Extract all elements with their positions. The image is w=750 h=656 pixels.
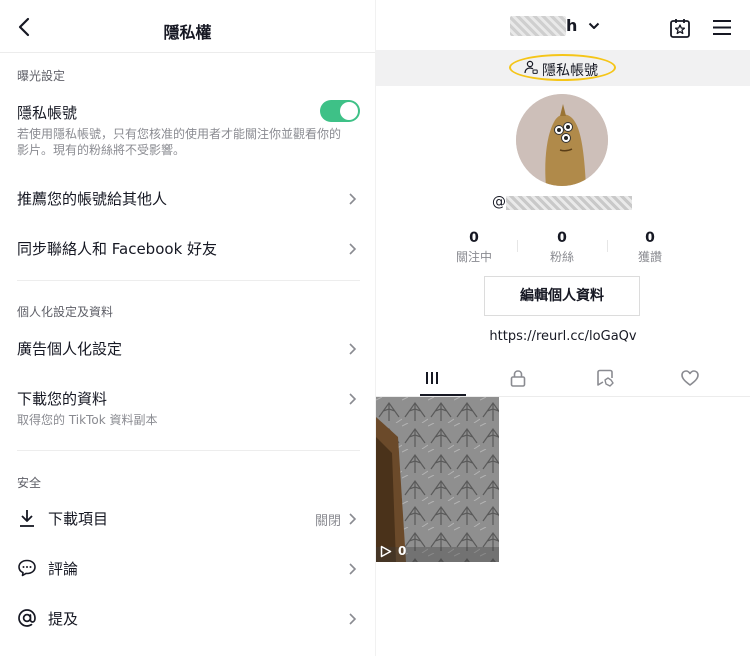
stat-likes[interactable]: 0 獲讚 bbox=[610, 230, 690, 265]
downloads-label: 下載項目 bbox=[48, 510, 109, 528]
toggle-knob bbox=[340, 102, 358, 120]
profile-top-bar: h bbox=[376, 0, 750, 50]
chevron-right-icon bbox=[349, 513, 357, 525]
section-header-exposure: 曝光設定 bbox=[17, 69, 66, 83]
stat-followers-label: 粉絲 bbox=[549, 250, 574, 264]
tab-favorites[interactable] bbox=[559, 360, 652, 396]
download-icon bbox=[20, 510, 34, 527]
download-data-row[interactable]: 下載您的資料 取得您的 TikTok 資料副本 bbox=[0, 380, 375, 432]
calendar-star-icon[interactable] bbox=[669, 17, 691, 39]
tab-liked[interactable] bbox=[644, 360, 737, 396]
download-data-sub: 取得您的 TikTok 資料副本 bbox=[17, 413, 158, 427]
suggest-account-row[interactable]: 推薦您的帳號給其他人 bbox=[0, 180, 375, 216]
handle-at-sign: @ bbox=[492, 194, 506, 210]
video-thumbnail[interactable]: 0 bbox=[376, 397, 499, 562]
bookmark-hand-icon bbox=[597, 369, 614, 387]
person-lock-icon bbox=[524, 60, 538, 74]
ad-personalization-row[interactable]: 廣告個人化設定 bbox=[0, 330, 375, 366]
tab-videos[interactable] bbox=[386, 360, 479, 396]
bio-link[interactable]: https://reurl.cc/loGaQv bbox=[376, 329, 750, 344]
private-account-description-line1: 若使用隱私帳號，只有您核准的使用者才能關注你並觀看你的 bbox=[17, 127, 342, 141]
chevron-right-icon bbox=[349, 193, 357, 205]
section-header-personalization: 個人化設定及資料 bbox=[17, 305, 114, 319]
comments-row[interactable]: 評論 bbox=[0, 550, 375, 586]
comment-bubble-icon bbox=[18, 559, 36, 577]
ad-personalization-label: 廣告個人化設定 bbox=[17, 340, 123, 358]
heart-icon bbox=[681, 370, 699, 386]
handle-row: @ bbox=[376, 194, 750, 214]
chevron-right-icon bbox=[349, 343, 357, 355]
private-account-banner: 隱私帳號 bbox=[376, 50, 750, 86]
private-account-toggle[interactable] bbox=[320, 100, 360, 122]
profile-panel: h 隱私帳號 @ 0 關注中 0 粉絲 0 獲讚 編輯個人資料 https://… bbox=[376, 0, 750, 656]
chevron-down-icon[interactable] bbox=[588, 22, 600, 30]
section-header-safety: 安全 bbox=[17, 476, 42, 490]
stat-likes-label: 獲讚 bbox=[637, 250, 662, 264]
private-account-badge: 隱私帳號 bbox=[542, 63, 598, 79]
username-tail[interactable]: h bbox=[566, 16, 577, 35]
settings-header: 隱私權 bbox=[0, 0, 375, 53]
mentions-row[interactable]: 提及 bbox=[0, 600, 375, 636]
stat-separator bbox=[607, 240, 608, 252]
page-title: 隱私權 bbox=[163, 23, 212, 42]
at-sign-icon bbox=[18, 609, 36, 627]
chevron-right-icon bbox=[349, 393, 357, 405]
stat-following-label: 關注中 bbox=[455, 250, 492, 264]
stat-following-value: 0 bbox=[469, 230, 479, 246]
tab-private[interactable] bbox=[472, 360, 565, 396]
edit-profile-button[interactable]: 編輯個人資料 bbox=[484, 276, 640, 316]
grid-bars-icon bbox=[426, 372, 438, 384]
mentions-label: 提及 bbox=[48, 610, 79, 628]
private-account-label: 隱私帳號 bbox=[17, 104, 78, 122]
private-account-description-line2: 影片。現有的粉絲將不受影響。 bbox=[17, 143, 186, 157]
chevron-right-icon bbox=[349, 563, 357, 575]
video-thumbnail-image bbox=[376, 397, 499, 562]
stat-separator bbox=[517, 240, 518, 252]
stat-followers-value: 0 bbox=[557, 230, 567, 246]
chevron-right-icon bbox=[349, 243, 357, 255]
hamburger-menu-icon[interactable] bbox=[712, 19, 732, 36]
privacy-settings-panel: 隱私權 曝光設定 隱私帳號 若使用隱私帳號，只有您核准的使用者才能關注你並觀看你… bbox=[0, 0, 375, 656]
sync-contacts-row[interactable]: 同步聯絡人和 Facebook 好友 bbox=[0, 230, 375, 266]
private-account-row: 隱私帳號 若使用隱私帳號，只有您核准的使用者才能關注你並觀看你的 影片。現有的粉… bbox=[0, 100, 375, 160]
stat-likes-value: 0 bbox=[645, 230, 655, 246]
avatar[interactable] bbox=[516, 94, 608, 186]
downloads-row[interactable]: 下載項目 關閉 bbox=[0, 500, 375, 536]
divider bbox=[17, 450, 360, 451]
profile-tabs bbox=[376, 360, 750, 397]
lock-icon bbox=[510, 370, 526, 387]
downloads-value: 關閉 bbox=[314, 514, 341, 529]
handle-redacted bbox=[506, 196, 632, 210]
suggest-account-label: 推薦您的帳號給其他人 bbox=[17, 190, 168, 208]
username-redacted bbox=[510, 16, 566, 36]
sync-contacts-label: 同步聯絡人和 Facebook 好友 bbox=[17, 240, 218, 258]
stat-followers[interactable]: 0 粉絲 bbox=[522, 230, 602, 265]
play-icon bbox=[380, 545, 392, 558]
divider bbox=[17, 280, 360, 281]
comments-label: 評論 bbox=[48, 560, 79, 578]
active-tab-indicator bbox=[420, 394, 466, 396]
avatar-illustration bbox=[516, 94, 608, 186]
stat-following[interactable]: 0 關注中 bbox=[434, 230, 514, 265]
video-play-count: 0 bbox=[398, 544, 407, 558]
chevron-right-icon bbox=[349, 613, 357, 625]
download-data-label: 下載您的資料 bbox=[17, 390, 108, 408]
